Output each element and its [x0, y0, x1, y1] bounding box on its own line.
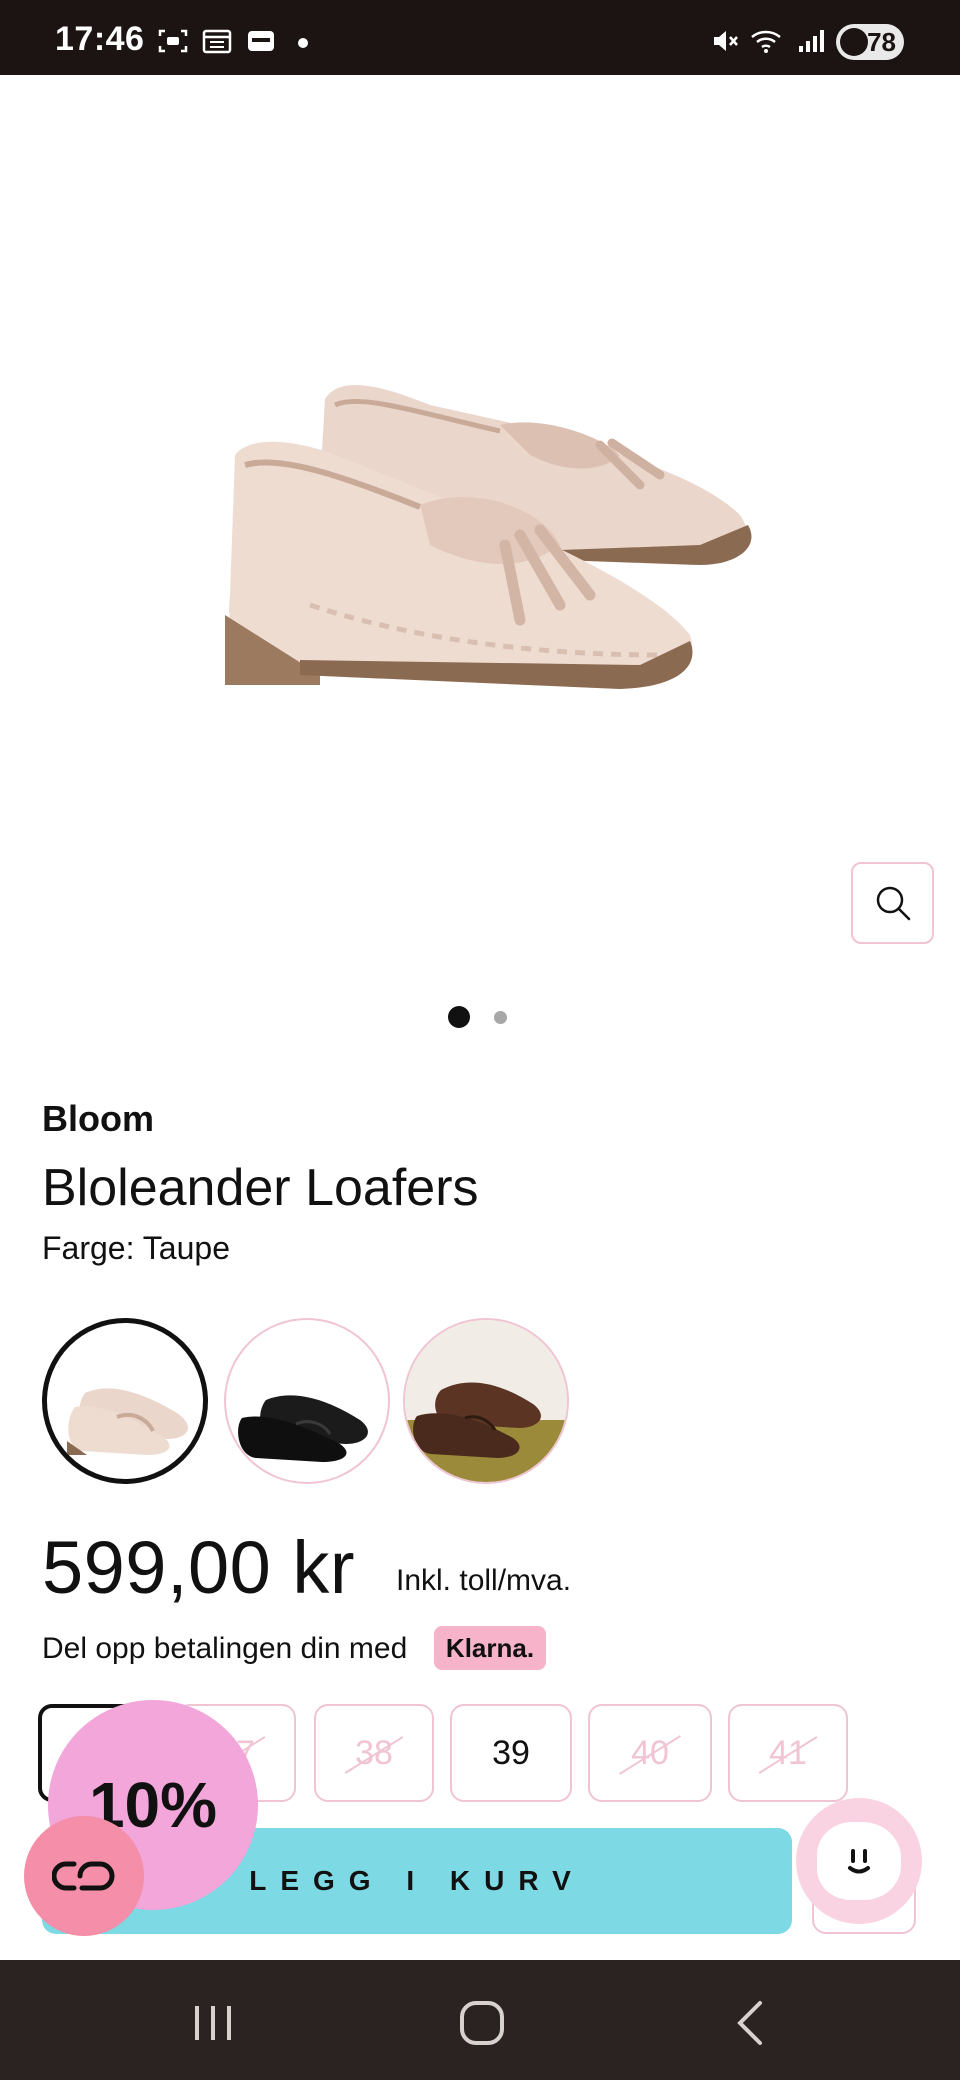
- loop-icon: [52, 1861, 115, 1891]
- chat-face-icon: [817, 1822, 901, 1900]
- status-time: 17:46: [55, 20, 145, 58]
- battery-saver-icon: [840, 28, 868, 56]
- pagination-dot-active[interactable]: [448, 1006, 470, 1028]
- back-icon[interactable]: [720, 1998, 780, 2048]
- color-swatch-brown[interactable]: [403, 1318, 569, 1484]
- klarna-text: Del opp betalingen din med: [42, 1632, 408, 1665]
- wifi-icon: [751, 30, 781, 53]
- mute-icon: [714, 31, 738, 51]
- image-pagination: [0, 1006, 960, 1028]
- wallet-icon: [248, 31, 274, 51]
- screenshot-icon: [158, 29, 188, 53]
- chat-button[interactable]: [796, 1798, 922, 1924]
- loafer-shoes-image: [225, 384, 752, 689]
- color-swatch-black[interactable]: [224, 1318, 390, 1484]
- signal-icon: [799, 30, 824, 52]
- tax-note: Inkl. toll/mva.: [396, 1564, 572, 1597]
- size-option-38[interactable]: 38: [314, 1704, 434, 1802]
- zoom-button[interactable]: [851, 862, 934, 944]
- brown-loafer-thumbnail: [405, 1320, 567, 1482]
- status-bar: 17:46 78: [0, 0, 960, 75]
- size-option-40[interactable]: 40: [588, 1704, 712, 1802]
- size-option-41[interactable]: 41: [728, 1704, 848, 1802]
- product-title: Bloleander Loafers: [42, 1159, 479, 1217]
- calendar-icon: [202, 29, 232, 54]
- home-icon[interactable]: [452, 1998, 512, 2048]
- recent-apps-icon[interactable]: [183, 1998, 243, 2048]
- taupe-loafer-thumbnail: [67, 1388, 188, 1455]
- product-image[interactable]: [0, 75, 960, 975]
- battery-indicator: 78: [836, 24, 904, 60]
- product-color-label: Farge: Taupe: [42, 1230, 230, 1266]
- klarna-badge[interactable]: Klarna.: [434, 1626, 546, 1670]
- color-swatch-taupe[interactable]: [42, 1318, 208, 1484]
- size-option-39[interactable]: 39: [450, 1704, 572, 1802]
- search-icon: [876, 886, 910, 921]
- product-brand[interactable]: Bloom: [42, 1098, 154, 1140]
- size-label: 39: [492, 1734, 530, 1772]
- pagination-dot[interactable]: [494, 1011, 507, 1024]
- product-price: 599,00 kr: [42, 1526, 356, 1609]
- black-loafer-thumbnail: [238, 1395, 368, 1462]
- battery-level: 78: [867, 27, 896, 57]
- notification-dot: [298, 38, 308, 48]
- system-nav-bar: [0, 1960, 960, 2080]
- loop-button[interactable]: [24, 1816, 144, 1936]
